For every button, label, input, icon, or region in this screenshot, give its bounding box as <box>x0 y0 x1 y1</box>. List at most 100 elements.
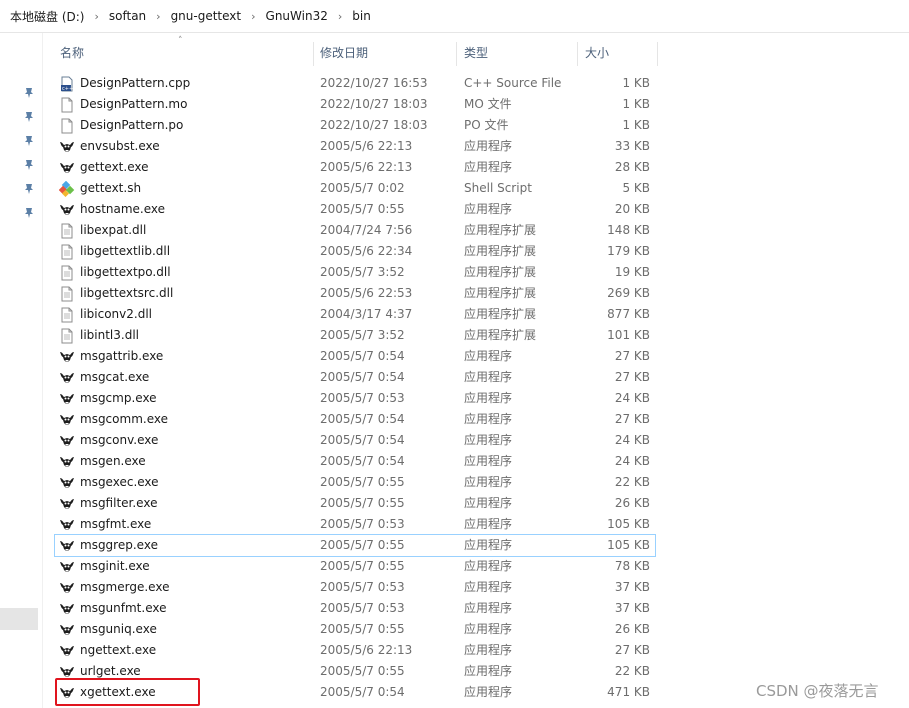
dll-file-icon <box>59 265 75 281</box>
file-size: 1 KB <box>622 76 650 90</box>
file-type: 应用程序 <box>464 454 513 468</box>
file-row[interactable]: msgcomm.exe 2005/5/7 0:54 应用程序 27 KB <box>55 409 655 430</box>
file-modified-date: 2005/5/7 0:54 <box>320 349 405 363</box>
file-row[interactable]: gettext.sh 2005/5/7 0:02 Shell Script 5 KB <box>55 178 655 199</box>
gnu-exe-icon <box>59 580 75 596</box>
file-row[interactable]: msggrep.exe 2005/5/7 0:55 应用程序 105 KB <box>54 534 656 557</box>
file-row[interactable]: msgconv.exe 2005/5/7 0:54 应用程序 24 KB <box>55 430 655 451</box>
nav-scrollbar-thumb[interactable] <box>0 608 38 630</box>
file-modified-date: 2005/5/7 0:53 <box>320 580 405 594</box>
gnu-exe-icon <box>59 517 75 533</box>
svg-text:c++: c++ <box>62 86 73 92</box>
file-type: 应用程序 <box>464 349 513 363</box>
column-header-name[interactable]: 名称 <box>50 40 313 66</box>
file-size: 877 KB <box>607 307 650 321</box>
dll-file-icon <box>59 286 75 302</box>
file-type: C++ Source File <box>464 76 562 90</box>
dll-file-icon <box>59 307 75 323</box>
file-type: 应用程序 <box>464 139 513 153</box>
file-type: 应用程序 <box>464 496 513 510</box>
file-row[interactable]: msgmerge.exe 2005/5/7 0:53 应用程序 37 KB <box>55 577 655 598</box>
file-size: 33 KB <box>614 139 650 153</box>
breadcrumb-item-gnuwin32[interactable]: GnuWin32 <box>266 9 328 23</box>
file-row[interactable]: msgexec.exe 2005/5/7 0:55 应用程序 22 KB <box>55 472 655 493</box>
file-row[interactable]: msgfmt.exe 2005/5/7 0:53 应用程序 105 KB <box>55 514 655 535</box>
file-size: 22 KB <box>614 664 650 678</box>
file-row[interactable]: ngettext.exe 2005/5/6 22:13 应用程序 27 KB <box>55 640 655 661</box>
dll-file-icon <box>59 244 75 260</box>
file-name: libexpat.dll <box>80 223 147 237</box>
column-divider[interactable] <box>657 42 658 66</box>
file-type: 应用程序扩展 <box>464 265 537 279</box>
column-header-type[interactable]: 类型 <box>454 40 575 66</box>
file-size: 105 KB <box>607 517 650 531</box>
file-row[interactable]: libexpat.dll 2004/7/24 7:56 应用程序扩展 148 KB <box>55 220 655 241</box>
file-size: 1 KB <box>622 118 650 132</box>
gnu-exe-icon <box>59 559 75 575</box>
file-row[interactable]: msgcat.exe 2005/5/7 0:54 应用程序 27 KB <box>55 367 655 388</box>
chevron-right-icon: › <box>337 9 343 23</box>
file-size: 24 KB <box>614 391 650 405</box>
file-modified-date: 2005/5/7 0:54 <box>320 454 405 468</box>
column-header-modified[interactable]: 修改日期 <box>310 40 454 66</box>
file-name: libintl3.dll <box>80 328 139 342</box>
file-row[interactable]: libintl3.dll 2005/5/7 3:52 应用程序扩展 101 KB <box>55 325 655 346</box>
file-row[interactable]: libiconv2.dll 2004/3/17 4:37 应用程序扩展 877 KB <box>55 304 655 325</box>
file-row[interactable]: msgfilter.exe 2005/5/7 0:55 应用程序 26 KB <box>55 493 655 514</box>
file-size: 1 KB <box>622 97 650 111</box>
file-row[interactable]: gettext.exe 2005/5/6 22:13 应用程序 28 KB <box>55 157 655 178</box>
gnu-exe-icon <box>59 496 75 512</box>
pin-icon[interactable] <box>23 207 35 219</box>
file-row[interactable]: msguniq.exe 2005/5/7 0:55 应用程序 26 KB <box>55 619 655 640</box>
file-modified-date: 2005/5/7 0:55 <box>320 496 405 510</box>
file-name: msgcomm.exe <box>80 412 168 426</box>
file-row[interactable]: DesignPattern.mo 2022/10/27 18:03 MO 文件 1 K… <box>55 94 655 115</box>
file-size: 24 KB <box>614 454 650 468</box>
pin-icon[interactable] <box>23 87 35 99</box>
file-row[interactable]: envsubst.exe 2005/5/6 22:13 应用程序 33 KB <box>55 136 655 157</box>
file-name: ngettext.exe <box>80 643 157 657</box>
file-size: 148 KB <box>607 223 650 237</box>
file-size: 101 KB <box>607 328 650 342</box>
pin-icon[interactable] <box>23 183 35 195</box>
breadcrumb-item-bin[interactable]: bin <box>352 9 371 23</box>
file-modified-date: 2005/5/7 0:55 <box>320 538 405 552</box>
file-row[interactable]: hostname.exe 2005/5/7 0:55 应用程序 20 KB <box>55 199 655 220</box>
pin-icon[interactable] <box>23 159 35 171</box>
column-header-size[interactable]: 大小 <box>575 40 655 66</box>
file-row[interactable]: msgunfmt.exe 2005/5/7 0:53 应用程序 37 KB <box>55 598 655 619</box>
file-size: 179 KB <box>607 244 650 258</box>
chevron-right-icon: › <box>251 9 256 23</box>
file-row[interactable]: libgettextlib.dll 2005/5/6 22:34 应用程序扩展 179… <box>55 241 655 262</box>
file-row[interactable]: libgettextsrc.dll 2005/5/6 22:53 应用程序扩展 269… <box>55 283 655 304</box>
file-type: Shell Script <box>464 181 532 195</box>
file-name: DesignPattern.mo <box>80 97 188 111</box>
file-row[interactable]: msgen.exe 2005/5/7 0:54 应用程序 24 KB <box>55 451 655 472</box>
pin-icon[interactable] <box>23 135 35 147</box>
file-row[interactable]: DesignPattern.po 2022/10/27 18:03 PO 文件 1 K… <box>55 115 655 136</box>
file-row[interactable]: libgettextpo.dll 2005/5/7 3:52 应用程序扩展 19 KB <box>55 262 655 283</box>
file-modified-date: 2005/5/7 0:55 <box>320 622 405 636</box>
breadcrumb-item-drive[interactable]: 本地磁盘 (D:) <box>10 8 84 25</box>
file-type: 应用程序 <box>464 538 513 552</box>
file-type: 应用程序 <box>464 412 513 426</box>
pane-divider[interactable] <box>42 33 43 708</box>
file-row[interactable]: msgattrib.exe 2005/5/7 0:54 应用程序 27 KB <box>55 346 655 367</box>
file-name: msginit.exe <box>80 559 150 573</box>
gnu-exe-icon <box>59 622 75 638</box>
file-list: c++ DesignPattern.cpp 2022/10/27 16:53 C++ … <box>54 73 656 703</box>
file-row[interactable]: c++ DesignPattern.cpp 2022/10/27 16:53 C++ … <box>55 73 655 94</box>
file-name: DesignPattern.po <box>80 118 184 132</box>
file-name: msgconv.exe <box>80 433 159 447</box>
breadcrumb-item-softan[interactable]: softan <box>109 9 146 23</box>
file-size: 20 KB <box>614 202 650 216</box>
file-modified-date: 2022/10/27 16:53 <box>320 76 428 90</box>
gnu-exe-icon <box>59 349 75 365</box>
pin-icon[interactable] <box>23 111 35 123</box>
file-size: 37 KB <box>614 580 650 594</box>
breadcrumb-item-gnu-gettext[interactable]: gnu-gettext <box>171 9 242 23</box>
file-type: 应用程序 <box>464 580 513 594</box>
file-row[interactable]: msginit.exe 2005/5/7 0:55 应用程序 78 KB <box>55 556 655 577</box>
blank-file-icon <box>59 97 75 113</box>
file-row[interactable]: msgcmp.exe 2005/5/7 0:53 应用程序 24 KB <box>55 388 655 409</box>
